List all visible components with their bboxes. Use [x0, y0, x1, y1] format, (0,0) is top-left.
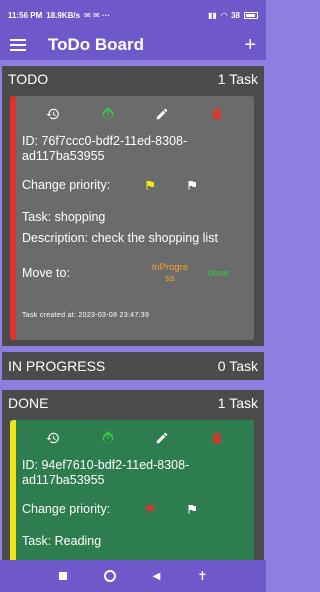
wifi-icon: ◠ — [220, 10, 228, 20]
flag-white-icon[interactable] — [186, 503, 198, 515]
todo-card[interactable]: ID: 76f7ccc0-bdf2-11ed-8308-ad117ba53955… — [10, 96, 254, 340]
back-icon[interactable]: ◀ — [153, 571, 161, 582]
battery-level: 38 — [231, 10, 240, 20]
card-actions — [16, 96, 254, 126]
move-inprogress-button[interactable]: InProgre ss — [148, 262, 192, 284]
delete-icon[interactable] — [210, 431, 224, 445]
status-bar: 11:56 PM 18.9KB/s ✉ ✉ ··· ▮▮ ◠ 38 — [0, 0, 266, 30]
edit-icon[interactable] — [155, 107, 169, 121]
app-title: ToDo Board — [48, 35, 145, 54]
task-description: Description: check the shopping list — [22, 231, 218, 245]
flag-red-icon[interactable] — [144, 503, 156, 515]
done-card[interactable]: ID: 94ef7610-bdf2-11ed-8308-ad117ba53955… — [10, 420, 254, 560]
timer-icon[interactable] — [101, 431, 115, 445]
priority-row: Change priority: — [22, 178, 254, 192]
signal-icon: ▮▮ — [208, 10, 217, 20]
section-title: IN PROGRESS — [8, 358, 106, 374]
created-at: Task created at: 2023-03-08 23:47:39 — [22, 312, 150, 319]
card-actions — [16, 420, 254, 450]
section-count: 1 Task — [217, 395, 258, 411]
add-task-icon[interactable]: + — [244, 35, 256, 55]
inprogress-section-header: IN PROGRESS 0 Task — [2, 352, 264, 380]
move-row: Move to: InProgre ss done — [22, 262, 254, 284]
status-time: 11:56 PM — [8, 10, 43, 20]
section-count: 1 Task — [217, 71, 258, 87]
flag-yellow-icon[interactable] — [144, 179, 156, 191]
change-priority-label: Change priority: — [22, 178, 111, 192]
battery-icon — [244, 11, 258, 19]
edit-icon[interactable] — [155, 431, 169, 445]
section-title: TODO — [8, 71, 49, 87]
todo-section-header: TODO 1 Task — [2, 66, 264, 92]
change-priority-label: Change priority: — [22, 502, 111, 516]
accessibility-icon[interactable]: ✝ — [197, 569, 207, 583]
task-name: Task: Reading — [22, 534, 102, 548]
menu-icon[interactable] — [10, 39, 26, 51]
section-title: DONE — [8, 395, 49, 411]
navigation-bar: ◀ ✝ — [0, 560, 266, 592]
move-to-label: Move to: — [22, 266, 70, 280]
history-icon[interactable] — [46, 431, 60, 445]
timer-icon[interactable] — [101, 107, 115, 121]
delete-icon[interactable] — [210, 107, 224, 121]
home-icon[interactable] — [103, 570, 116, 582]
task-id: ID: 94ef7610-bdf2-11ed-8308-ad117ba53955 — [22, 458, 190, 487]
task-id: ID: 76f7ccc0-bdf2-11ed-8308-ad117ba53955 — [22, 134, 188, 163]
status-speed: 18.9KB/s — [46, 10, 81, 20]
move-done-button[interactable]: done — [208, 268, 229, 279]
app-bar: ToDo Board + — [0, 30, 266, 60]
notification-icons: ✉ ✉ ··· — [84, 10, 110, 20]
task-name: Task: shopping — [22, 210, 106, 224]
priority-row: Change priority: — [22, 502, 254, 516]
done-section-header: DONE 1 Task — [2, 390, 264, 416]
recent-apps-icon[interactable] — [58, 572, 67, 580]
flag-white-icon[interactable] — [186, 179, 198, 191]
section-count: 0 Task — [217, 358, 258, 374]
history-icon[interactable] — [46, 107, 60, 121]
